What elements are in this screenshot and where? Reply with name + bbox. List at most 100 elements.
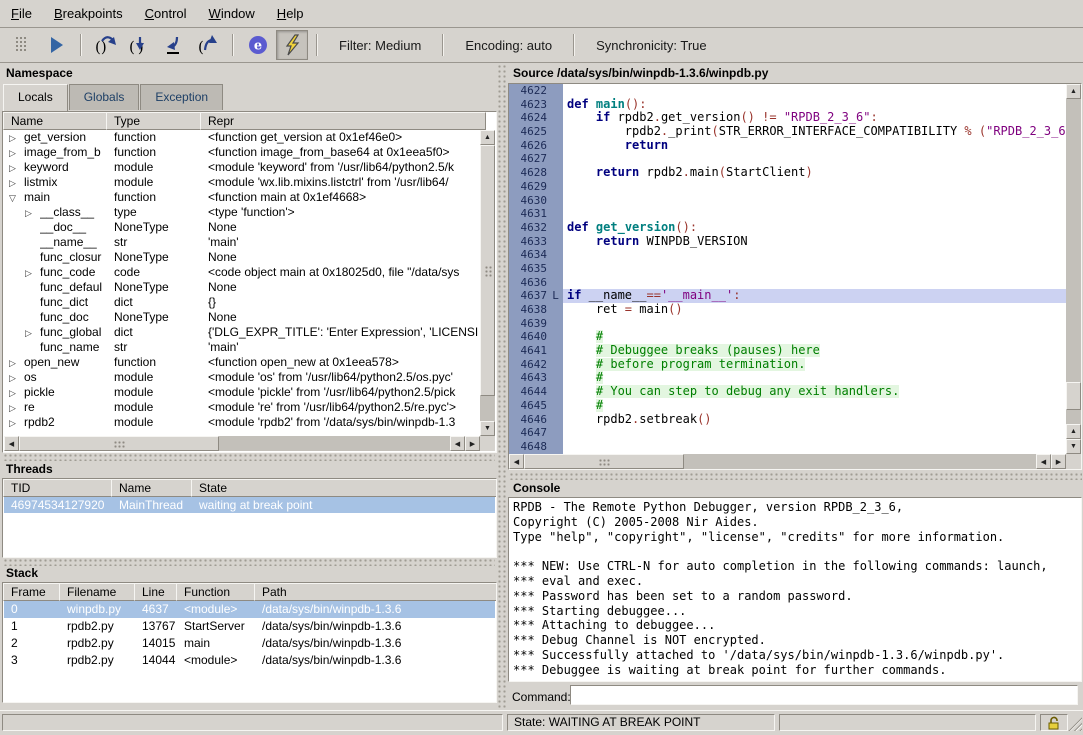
scroll-right-button[interactable]: ▶ (465, 436, 480, 451)
go-button[interactable] (40, 30, 72, 60)
column-header-function[interactable]: Function (176, 583, 261, 601)
tree-row[interactable]: __doc__NoneTypeNone (4, 220, 480, 235)
column-header-state[interactable]: State (191, 479, 497, 497)
tab-locals[interactable]: Locals (3, 84, 68, 111)
cell-type: module (114, 175, 200, 190)
step-button[interactable]: ( ) (124, 30, 156, 60)
scroll-up-button[interactable]: ▲ (480, 130, 495, 145)
scroll-left-button[interactable]: ◀ (450, 436, 465, 451)
column-header-filename[interactable]: Filename (59, 583, 141, 601)
synchronicity-toggle[interactable] (276, 30, 308, 60)
cell-name: rpdb2 (24, 415, 107, 430)
menu-help[interactable]: Help (266, 1, 315, 27)
tab-exception[interactable]: Exception (140, 84, 223, 110)
source-console-sash[interactable] (508, 471, 1082, 480)
stack-frame-row[interactable]: 2rpdb2.py14015main/data/sys/bin/winpdb-1… (4, 635, 495, 652)
return-button[interactable] (158, 30, 190, 60)
toolbar: () ( ) (0, 28, 1083, 63)
scrollbar-thumb[interactable] (1066, 382, 1081, 410)
line-number: 4642 (509, 358, 547, 372)
scroll-left-button[interactable]: ◀ (509, 454, 524, 469)
tree-row[interactable]: ▷rpdb2module<module 'rpdb2' from '/data/… (4, 415, 480, 430)
tree-row[interactable]: func_closurNoneTypeNone (4, 250, 480, 265)
tree-row[interactable]: func_defaulNoneTypeNone (4, 280, 480, 295)
menu-control[interactable]: Control (134, 1, 198, 27)
collapsed-arrow-icon[interactable]: ▷ (9, 386, 16, 400)
tree-row[interactable]: ▷osmodule<module 'os' from '/usr/lib64/p… (4, 370, 480, 385)
namespace-vscrollbar[interactable]: ▲ ▼ (480, 130, 495, 436)
command-input[interactable] (570, 685, 1078, 705)
tree-row[interactable]: ▷image_from_bfunction<function image_fro… (4, 145, 480, 160)
tree-row[interactable]: ▷remodule<module 're' from '/usr/lib64/p… (4, 400, 480, 415)
goto-button[interactable]: ( (192, 30, 224, 60)
source-line: 4639 (509, 317, 1066, 331)
tree-row[interactable]: ▷func_globaldict{'DLG_EXPR_TITLE': 'Ente… (4, 325, 480, 340)
column-header-type[interactable]: Type (106, 112, 207, 130)
collapsed-arrow-icon[interactable]: ▷ (9, 161, 16, 175)
tree-row[interactable]: ▷listmixmodule<module 'wx.lib.mixins.lis… (4, 175, 480, 190)
line-number: 4627 (509, 152, 547, 166)
stack-frame-row[interactable]: 0winpdb.py4637<module>/data/sys/bin/winp… (4, 601, 495, 618)
tree-row[interactable]: ▷picklemodule<module 'pickle' from '/usr… (4, 385, 480, 400)
menu-window[interactable]: Window (198, 1, 266, 27)
stack-frame-row[interactable]: 3rpdb2.py14044<module>/data/sys/bin/winp… (4, 652, 495, 669)
collapsed-arrow-icon[interactable]: ▷ (9, 356, 16, 370)
break-button[interactable] (6, 30, 38, 60)
resize-grip[interactable] (1068, 717, 1082, 731)
cell-repr: 'main' (208, 235, 479, 250)
tree-row[interactable]: ▷open_newfunction<function open_new at 0… (4, 355, 480, 370)
threads-stack-sash[interactable] (2, 557, 495, 566)
collapsed-arrow-icon[interactable]: ▷ (25, 206, 32, 220)
tree-row[interactable]: func_dictdict{} (4, 295, 480, 310)
expanded-arrow-icon[interactable]: ▽ (9, 191, 16, 205)
tree-row[interactable]: ▷get_versionfunction<function get_versio… (4, 130, 480, 145)
menu-breakpoints[interactable]: Breakpoints (43, 1, 134, 27)
collapsed-arrow-icon[interactable]: ▷ (9, 401, 16, 415)
scrollbar-thumb[interactable] (19, 436, 219, 451)
collapsed-arrow-icon[interactable]: ▷ (9, 416, 16, 430)
step-over-icon: () (93, 34, 119, 56)
scrollbar-thumb[interactable] (524, 454, 684, 469)
scroll-left-button[interactable]: ◀ (4, 436, 19, 451)
source-editor[interactable]: 46224623def main():4624 if rpdb2.get_ver… (508, 83, 1082, 470)
tree-row[interactable]: ▷func_codecode<code object main at 0x180… (4, 265, 480, 280)
collapsed-arrow-icon[interactable]: ▷ (25, 326, 32, 340)
collapsed-arrow-icon[interactable]: ▷ (25, 266, 32, 280)
scroll-up-button[interactable]: ▲ (1066, 84, 1081, 99)
collapsed-arrow-icon[interactable]: ▷ (9, 371, 16, 385)
tree-row[interactable]: func_namestr'main' (4, 340, 480, 355)
collapsed-arrow-icon[interactable]: ▷ (9, 146, 16, 160)
scroll-up-button[interactable]: ▲ (1066, 424, 1081, 439)
exception-analyze-toggle[interactable]: e (242, 30, 274, 60)
scroll-down-button[interactable]: ▼ (1066, 439, 1081, 454)
thread-row[interactable]: 46974534127920MainThreadwaiting at break… (4, 497, 495, 513)
cell: /data/sys/bin/winpdb-1.3.6 (262, 635, 494, 652)
code-text: # before program termination. (567, 358, 1066, 372)
column-header-name[interactable]: Name (3, 112, 113, 130)
namespace-hscrollbar[interactable]: ◀ ◀ ▶ (4, 436, 480, 451)
column-header-tid[interactable]: TID (3, 479, 118, 497)
tree-row[interactable]: ▷keywordmodule<module 'keyword' from '/u… (4, 160, 480, 175)
tab-globals[interactable]: Globals (69, 84, 140, 110)
tree-row[interactable]: ▽mainfunction<function main at 0x1ef4668… (4, 190, 480, 205)
collapsed-arrow-icon[interactable]: ▷ (9, 176, 16, 190)
collapsed-arrow-icon[interactable]: ▷ (9, 131, 16, 145)
scroll-right-button[interactable]: ▶ (1051, 454, 1066, 469)
column-header-frame[interactable]: Frame (3, 583, 66, 601)
column-header-name[interactable]: Name (111, 479, 198, 497)
column-header-path[interactable]: Path (254, 583, 497, 601)
stack-frame-row[interactable]: 1rpdb2.py13767StartServer/data/sys/bin/w… (4, 618, 495, 635)
tree-row[interactable]: __name__str'main' (4, 235, 480, 250)
tree-row[interactable]: func_docNoneTypeNone (4, 310, 480, 325)
scrollbar-thumb[interactable] (480, 145, 495, 396)
next-button[interactable]: () (90, 30, 122, 60)
namespace-threads-sash[interactable] (2, 452, 495, 461)
source-vscrollbar[interactable]: ▲ ▲ ▼ (1066, 84, 1081, 454)
tree-row[interactable]: ▷__class__type<type 'function'> (4, 205, 480, 220)
scroll-down-button[interactable]: ▼ (480, 421, 495, 436)
column-header-repr[interactable]: Repr (200, 112, 486, 130)
source-hscrollbar[interactable]: ◀ ◀ ▶ (509, 454, 1066, 469)
menu-file[interactable]: File (0, 1, 43, 27)
scroll-left-button[interactable]: ◀ (1036, 454, 1051, 469)
vertical-pane-sash[interactable] (496, 63, 507, 710)
